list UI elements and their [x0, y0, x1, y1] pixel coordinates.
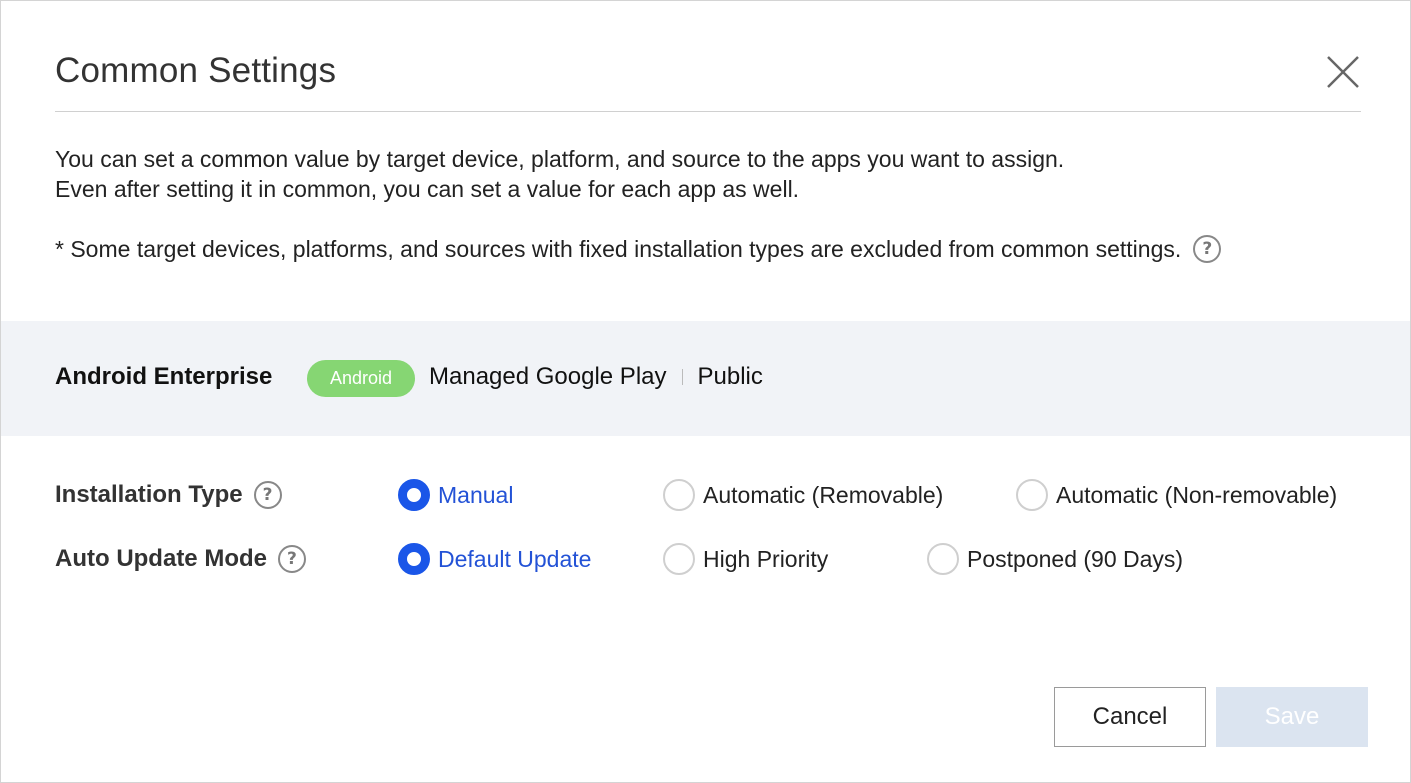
- radio-automatic-non-removable-label: Automatic (Non-removable): [1056, 481, 1338, 508]
- exclusion-note: * Some target devices, platforms, and so…: [55, 234, 1222, 264]
- installation-type-row: Installation Type ? Manual Automatic (Re…: [55, 478, 1375, 512]
- close-icon[interactable]: [1325, 54, 1361, 90]
- radio-postponed-label: Postponed (90 Days): [967, 545, 1184, 572]
- exclusion-note-text: * Some target devices, platforms, and so…: [55, 236, 1182, 262]
- source-type: Public: [697, 363, 763, 390]
- platform-source: Managed Google Play Public: [429, 363, 763, 391]
- radio-default-update-label: Default Update: [438, 545, 592, 572]
- radio-button[interactable]: [663, 543, 695, 575]
- cancel-button[interactable]: Cancel: [1054, 687, 1206, 747]
- source-separator: [681, 369, 683, 385]
- dialog-header: Common Settings: [55, 49, 1361, 112]
- platform-bar: Android Enterprise Android Managed Googl…: [1, 321, 1410, 436]
- radio-button-checked[interactable]: [398, 479, 430, 511]
- installation-type-label-text: Installation Type: [55, 481, 243, 508]
- description-line-2: Even after setting it in common, you can…: [55, 176, 800, 202]
- radio-button-checked[interactable]: [398, 543, 430, 575]
- radio-manual[interactable]: Manual: [398, 478, 513, 512]
- radio-postponed[interactable]: Postponed (90 Days): [927, 542, 1183, 576]
- radio-automatic-non-removable[interactable]: Automatic (Non-removable): [1016, 478, 1337, 512]
- radio-automatic-removable-label: Automatic (Removable): [703, 481, 944, 508]
- common-settings-dialog: Common Settings You can set a common val…: [0, 0, 1411, 783]
- description-line-1: You can set a common value by target dev…: [55, 146, 1065, 172]
- auto-update-mode-label: Auto Update Mode ?: [55, 542, 306, 576]
- radio-default-update[interactable]: Default Update: [398, 542, 591, 576]
- radio-button[interactable]: [663, 479, 695, 511]
- radio-manual-label: Manual: [438, 481, 514, 508]
- installation-type-label: Installation Type ?: [55, 478, 282, 512]
- dialog-title: Common Settings: [55, 51, 337, 90]
- auto-update-mode-row: Auto Update Mode ? Default Update High P…: [55, 542, 1375, 576]
- radio-high-priority-label: High Priority: [703, 545, 829, 572]
- radio-high-priority[interactable]: High Priority: [663, 542, 828, 576]
- question-circle-icon[interactable]: ?: [277, 545, 306, 573]
- auto-update-mode-label-text: Auto Update Mode: [55, 545, 267, 572]
- platform-label: Android Enterprise: [55, 363, 273, 390]
- save-button[interactable]: Save: [1216, 687, 1368, 747]
- source-name: Managed Google Play: [429, 363, 667, 390]
- dialog-description: You can set a common value by target dev…: [55, 144, 1064, 204]
- question-circle-icon[interactable]: ?: [1193, 235, 1222, 263]
- radio-button[interactable]: [927, 543, 959, 575]
- radio-button[interactable]: [1016, 479, 1048, 511]
- platform-badge: Android: [307, 360, 415, 397]
- question-circle-icon[interactable]: ?: [253, 481, 282, 509]
- radio-automatic-removable[interactable]: Automatic (Removable): [663, 478, 943, 512]
